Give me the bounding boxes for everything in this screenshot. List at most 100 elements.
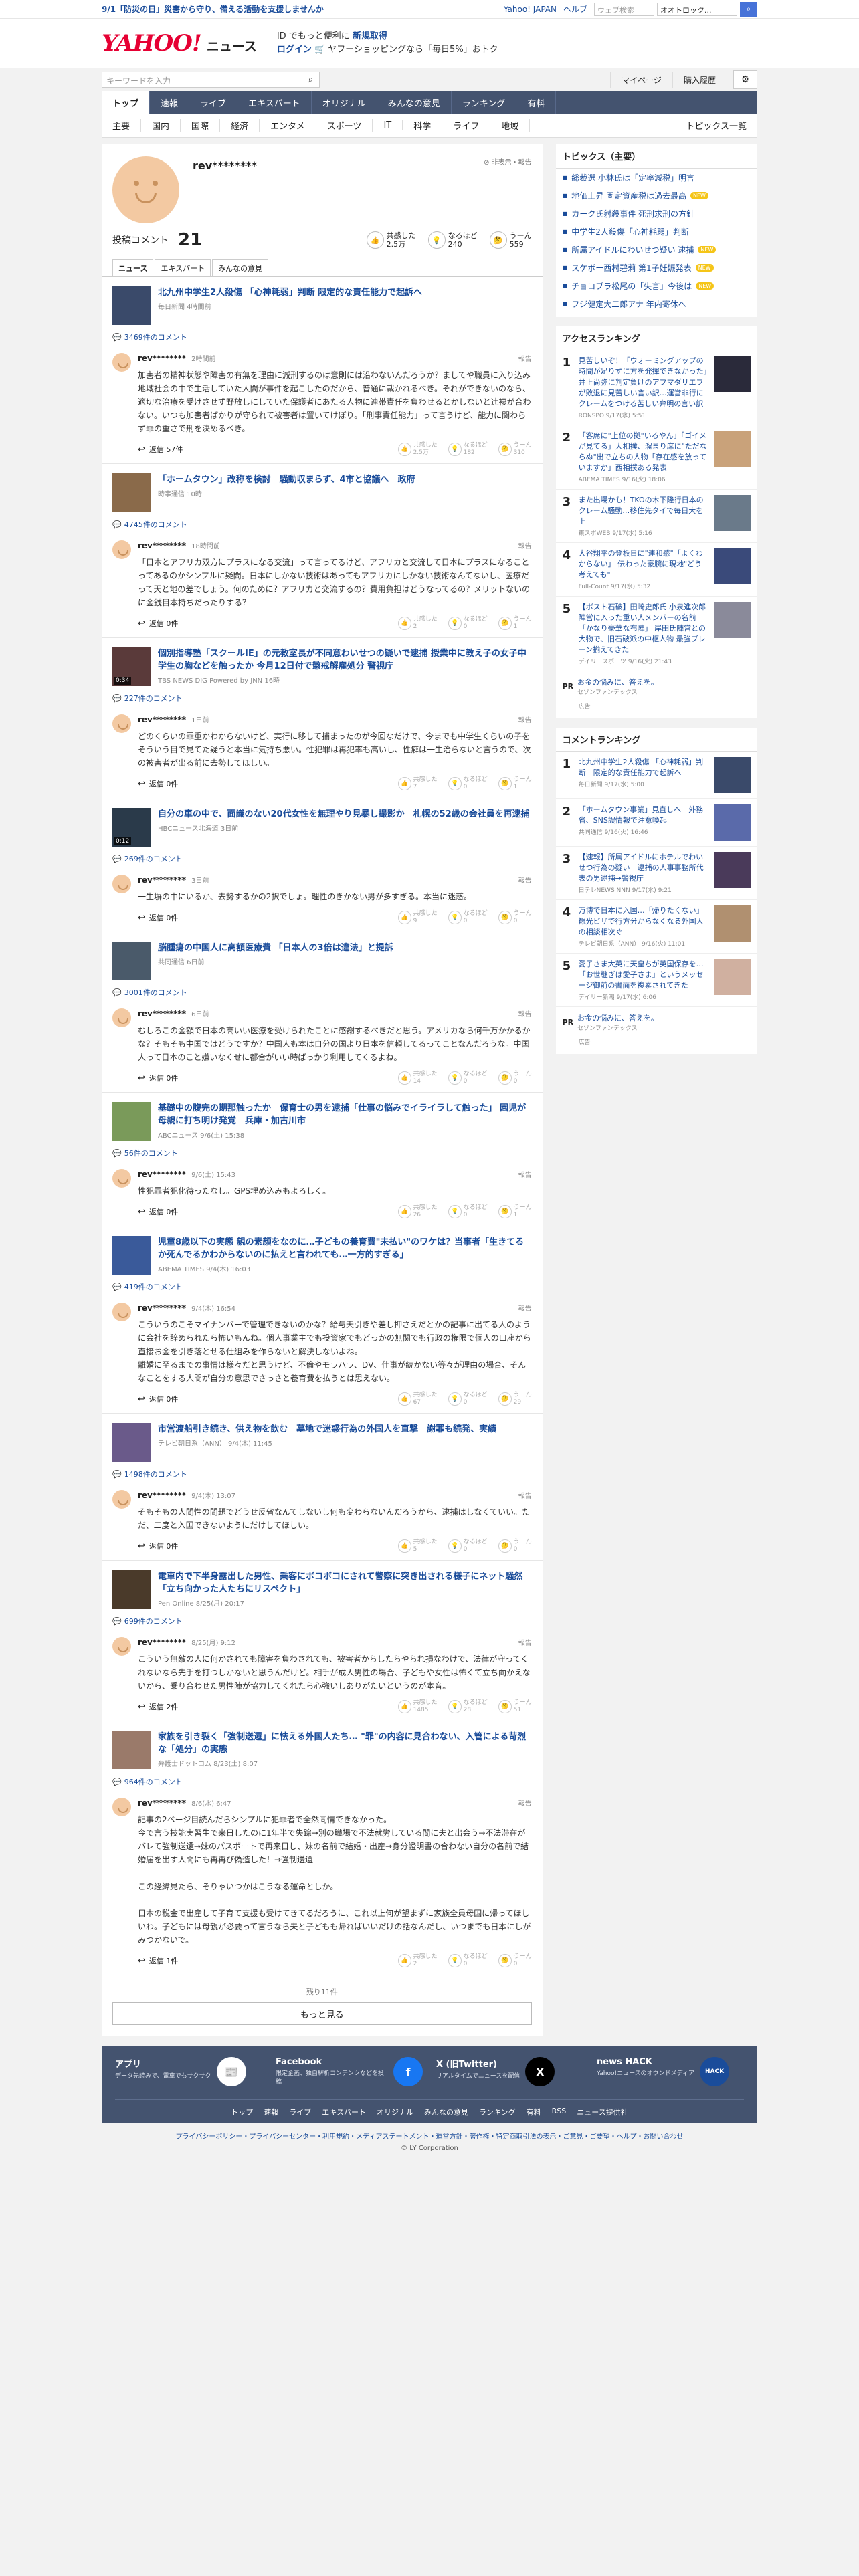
insight-button[interactable]: 💡 なるほど 182	[448, 442, 488, 457]
nav-ranking[interactable]: ランキング	[452, 91, 517, 114]
nav-live[interactable]: ライブ	[189, 91, 238, 114]
article-link[interactable]: 北九州中学生2人殺傷 「心神耗弱」判断 限定的な責任能力で起訴へ 毎日新聞 4時間…	[102, 277, 543, 329]
nav-paid[interactable]: 有料	[516, 91, 557, 114]
cat-domestic[interactable]: 国内	[141, 119, 181, 132]
insight-button[interactable]: 💡 なるほど 0	[448, 616, 488, 631]
insight-button[interactable]: 💡 なるほど 0	[448, 1204, 488, 1219]
topic-item[interactable]: 所属アイドルにわいせつ疑い 逮捕 NEW	[556, 241, 757, 259]
comment-count-link[interactable]: 💬 269件のコメント	[102, 851, 543, 869]
empathy-button[interactable]: 👍 共感した 5	[397, 1539, 438, 1553]
article-title[interactable]: 個別指導塾「スクールIE」の元教室長が不同意わいせつの疑いで逮捕 授業中に教え子…	[158, 647, 532, 673]
reply-button[interactable]: ↩ 返信 0件	[138, 1394, 178, 1404]
more-button[interactable]: もっと見る	[112, 2002, 532, 2025]
insight-button[interactable]: 💡 なるほど 0	[448, 1071, 488, 1085]
report-link[interactable]: 報告	[518, 1008, 532, 1018]
empathy-button[interactable]: 👍 共感した 67	[397, 1392, 438, 1406]
pr-ad-2[interactable]: PR お金の悩みに、答えを。 セゾンファンデックス	[556, 1007, 757, 1037]
reply-button[interactable]: ↩ 返信 0件	[138, 1541, 178, 1551]
article-title[interactable]: 基礎中の腹完の期那触ったか 保育士の男を逮捕「仕事の悩みでイライラして触った」 …	[158, 1102, 532, 1128]
ranking-item[interactable]: 5 愛子さま大英に天皇ちが英国保存を…「お世継ぎは愛子さま」というメッセージ御前の…	[555, 954, 757, 1007]
footer-nav-link[interactable]: 有料	[527, 2107, 541, 2117]
topic-item[interactable]: 中学生2人殺傷「心神耗弱」判断	[556, 223, 757, 241]
reply-button[interactable]: ↩ 返信 1件	[138, 1955, 178, 1966]
insight-button[interactable]: 💡 なるほど 0	[448, 776, 488, 791]
hmm-button[interactable]: 🤔 うーん 310	[498, 442, 532, 457]
comment-count-link[interactable]: 💬 4745件のコメント	[102, 516, 543, 535]
empathy-button[interactable]: 👍 共感した 2	[397, 1953, 438, 1968]
cat-life[interactable]: ライフ	[442, 119, 491, 132]
report-link[interactable]: 報告	[518, 353, 532, 363]
cat-science[interactable]: 科学	[403, 119, 443, 132]
tab-news[interactable]: ニュース	[112, 259, 154, 276]
report-link[interactable]: 報告	[518, 875, 532, 885]
article-title[interactable]: 電車内で下半身露出した男性、乗客にボコボコにされて警察に突き出される様子にネット…	[158, 1570, 532, 1596]
empathy-button[interactable]: 👍 共感した 2	[397, 616, 438, 631]
article-link[interactable]: 0:34 個別指導塾「スクールIE」の元教室長が不同意わいせつの疑いで逮捕 授業中…	[102, 638, 543, 690]
insight-button[interactable]: 💡 なるほど 0	[448, 1392, 488, 1406]
reply-button[interactable]: ↩ 返信 0件	[138, 1206, 178, 1217]
footer-app[interactable]: X (旧Twitter) リアルタイムでニュースを配信 X	[436, 2057, 583, 2087]
article-title[interactable]: 市営渡船引き続き、供え物を飲む 墓地で迷惑行為の外国人を直撃 謝罪も続発、実績	[158, 1423, 496, 1436]
ranking-item[interactable]: 3 また出場かも！TKOの木下隆行日本のクレーム騒動…移住先タイで毎日大を上 東スポ…	[555, 490, 757, 543]
empathy-button[interactable]: 👍 共感した 2.5万	[397, 442, 438, 457]
report-link[interactable]: 報告	[518, 714, 532, 724]
hmm-button[interactable]: 🤔 うーん 51	[498, 1699, 532, 1714]
article-link[interactable]: 脳腫瘍の中国人に高額医療費 「日本人の3倍は違法」と提訴 共同通信 6日前	[102, 932, 543, 984]
footer-app[interactable]: アプリ データ先読みで、電車でもサクサク 📰	[115, 2057, 262, 2087]
topics-list-link[interactable]: トピックス一覧	[686, 119, 757, 132]
comment-count-link[interactable]: 💬 1498件のコメント	[102, 1466, 543, 1485]
nav-flash[interactable]: 速報	[150, 91, 190, 114]
settings-button[interactable]: ⚙	[733, 70, 757, 89]
tab-expert[interactable]: エキスパート	[155, 259, 211, 276]
insight-button[interactable]: 💡 なるほど 0	[448, 910, 488, 925]
footer-nav-link[interactable]: エキスパート	[322, 2107, 366, 2117]
cat-main[interactable]: 主要	[102, 119, 142, 132]
footer-nav-link[interactable]: ニュース提供社	[577, 2107, 628, 2117]
notice-link[interactable]: 9/1「防災の日」災害から守り、備える活動を支援しませんか	[102, 3, 324, 15]
login-link[interactable]: ログイン	[277, 45, 312, 55]
ranking-item[interactable]: 4 万博で日本に入国…「帰りたくない」観光ビザで行方分からなくなる外国人の相談相次…	[555, 900, 757, 954]
nav-expert[interactable]: エキスパート	[237, 91, 312, 114]
history-link[interactable]: 購入履歴	[672, 72, 727, 88]
comment-count-link[interactable]: 💬 3469件のコメント	[102, 329, 543, 348]
footer-nav-link[interactable]: トップ	[231, 2107, 253, 2117]
legal-links[interactable]: プライバシーポリシー・プライバシーセンター・利用規約・メディアステートメント・運…	[102, 2131, 757, 2141]
cat-it[interactable]: IT	[373, 120, 403, 130]
hmm-button[interactable]: 🤔 うーん 0	[498, 910, 532, 925]
web-search-button[interactable]: ⌕	[740, 1, 757, 17]
help-link[interactable]: ヘルプ	[563, 3, 587, 15]
yahoo-japan-link[interactable]: Yahoo! JAPAN	[504, 5, 557, 14]
report-link[interactable]: 報告	[518, 1303, 532, 1313]
report-link[interactable]: 報告	[518, 540, 532, 550]
insight-button[interactable]: 💡 なるほど 0	[448, 1539, 488, 1553]
reply-button[interactable]: ↩ 返信 2件	[138, 1701, 178, 1712]
footer-nav-link[interactable]: ランキング	[479, 2107, 516, 2117]
article-link[interactable]: 市営渡船引き続き、供え物を飲む 墓地で迷惑行為の外国人を直撃 謝罪も続発、実績テ…	[102, 1414, 543, 1466]
empathy-button[interactable]: 👍 共感した 14	[397, 1071, 438, 1085]
article-title[interactable]: 家族を引き裂く「強制送還」に怯える外国人たち… "罪"の内容に見合わない、入管に…	[158, 1731, 532, 1756]
article-link[interactable]: 家族を引き裂く「強制送還」に怯える外国人たち… "罪"の内容に見合わない、入管に…	[102, 1721, 543, 1774]
article-link[interactable]: 0:12 自分の車の中で、面識のない20代女性を無理やり見暴し撮影か 札幌の52歳…	[102, 798, 543, 851]
footer-app[interactable]: Facebook 限定企画、独自解析コンテンツなどを投稿 f	[276, 2057, 423, 2087]
comment-count-link[interactable]: 💬 964件のコメント	[102, 1774, 543, 1792]
ranking-item[interactable]: 2 「ホームタウン事業」見直しへ 外務省、SNS誤情報で注意喚起 共同通信 9/16…	[555, 799, 757, 847]
footer-nav-link[interactable]: 速報	[264, 2107, 278, 2117]
hmm-button[interactable]: 🤔 うーん 1	[498, 1204, 532, 1219]
signup-link[interactable]: 新規取得	[353, 31, 387, 41]
news-search-input[interactable]: キーワードを入力	[102, 72, 302, 88]
topic-item[interactable]: 地価上昇 固定資産税は過去最高NEW	[556, 187, 757, 205]
yahoo-news-logo[interactable]: YAHOO! ニュース	[102, 32, 257, 55]
hmm-button[interactable]: 🤔 うーん 0	[498, 1953, 532, 1968]
ranking-item[interactable]: 4 大谷翔平の登板日に"連和感"「よくわからない」 伝わった豪腕に現地"どう考えて…	[555, 543, 757, 597]
cat-entertainment[interactable]: エンタメ	[260, 119, 316, 132]
topic-item[interactable]: フジ健定大二郎アナ 年内寄休へ	[556, 295, 757, 313]
topic-item[interactable]: チョコプラ松尾の「失言」今後は NEW	[556, 277, 757, 295]
mypage-link[interactable]: マイページ	[610, 72, 672, 88]
article-link[interactable]: 電車内で下半身露出した男性、乗客にボコボコにされて警察に突き出される様子にネット…	[102, 1561, 543, 1613]
comment-count-link[interactable]: 💬 699件のコメント	[102, 1613, 543, 1632]
hmm-button[interactable]: 🤔 うーん 0	[498, 1071, 532, 1085]
comment-count-link[interactable]: 💬 56件のコメント	[102, 1145, 543, 1164]
article-link[interactable]: 「ホームタウン」改称を検討 騒動収まらず、4市と協議へ 政府 時事通信 10時	[102, 464, 543, 516]
topic-item[interactable]: スケボー西村碧莉 第1子妊娠発表NEW	[556, 259, 757, 277]
article-link[interactable]: 基礎中の腹完の期那触ったか 保育士の男を逮捕「仕事の悩みでイライラして触った」 …	[102, 1093, 543, 1145]
